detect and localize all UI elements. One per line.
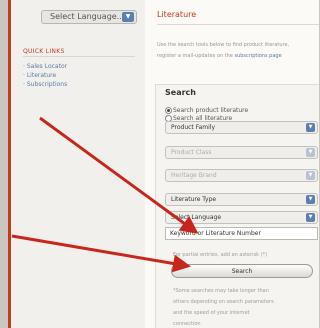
product-family-select[interactable]: Product Family ▼ bbox=[165, 121, 318, 134]
keyword-input[interactable] bbox=[165, 227, 318, 240]
search-button[interactable]: Search bbox=[171, 264, 313, 278]
literature-type-select[interactable]: Literature Type ▼ bbox=[165, 193, 318, 206]
chevron-down-icon: ▼ bbox=[122, 12, 134, 22]
partial-entry-hint: For partial entries, add an asterisk (*) bbox=[173, 252, 268, 258]
chevron-down-icon: ▼ bbox=[306, 171, 315, 180]
radio-search-products[interactable]: Search product literature bbox=[165, 100, 248, 114]
language-select-label: Select Language... bbox=[50, 12, 125, 21]
radio-search-all[interactable]: Search all literature bbox=[165, 108, 232, 122]
page-title: Literature bbox=[157, 10, 197, 19]
chevron-down-icon: ▼ bbox=[306, 148, 315, 157]
quick-links-list: · Sales Locator · Literature · Subscript… bbox=[23, 62, 67, 89]
divider bbox=[23, 56, 135, 57]
search-note: *Some searches may take longer than othe… bbox=[173, 288, 274, 327]
sidebar: Select Language... ▼ QUICK LINKS · Sales… bbox=[11, 0, 145, 328]
heritage-brand-select[interactable]: Heritage Brand ▼ bbox=[165, 169, 318, 182]
main-content: Literature Use the search tools below to… bbox=[151, 0, 319, 328]
intro-text: Use the search tools below to find produ… bbox=[157, 42, 290, 59]
select-language-select[interactable]: Select Language ▼ bbox=[165, 211, 318, 224]
quick-links-title: QUICK LINKS bbox=[23, 48, 65, 55]
product-class-select[interactable]: Product Class ▼ bbox=[165, 146, 318, 159]
browser-frame: Select Language... ▼ QUICK LINKS · Sales… bbox=[8, 0, 319, 328]
language-select[interactable]: Select Language... ▼ bbox=[41, 10, 137, 24]
divider bbox=[157, 24, 319, 25]
quick-link-subscriptions[interactable]: · Subscriptions bbox=[23, 80, 67, 89]
search-heading: Search bbox=[165, 88, 196, 97]
quick-link-sales-locator[interactable]: · Sales Locator bbox=[23, 62, 67, 71]
subscriptions-link[interactable]: subscriptions page bbox=[234, 53, 281, 59]
chevron-down-icon: ▼ bbox=[306, 213, 315, 222]
chevron-down-icon: ▼ bbox=[306, 123, 315, 132]
chevron-down-icon: ▼ bbox=[306, 195, 315, 204]
quick-link-literature[interactable]: · Literature bbox=[23, 71, 67, 80]
